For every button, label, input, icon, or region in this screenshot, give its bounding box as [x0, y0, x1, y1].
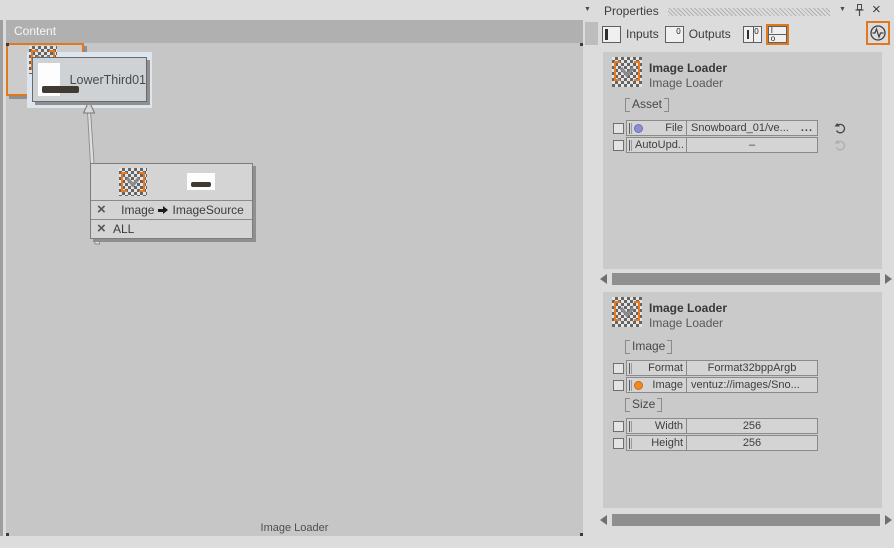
scroll-left-icon[interactable] — [600, 274, 607, 284]
outputs-icon: 0 — [665, 26, 684, 43]
close-icon[interactable]: × — [872, 3, 881, 17]
browse-button[interactable]: ... — [801, 122, 813, 134]
section-title: Image Loader — [649, 61, 727, 75]
property-label: Width — [655, 420, 683, 432]
property-row-autoupdate: AutoUpd... – — [613, 137, 847, 153]
node-lowerthird01[interactable]: LowerThird01 — [32, 57, 147, 102]
panel-menu-icon[interactable]: ▼ — [839, 6, 846, 13]
horizontal-scrollbar[interactable] — [600, 512, 892, 528]
row-grip[interactable] — [629, 421, 632, 432]
pin-icon[interactable] — [854, 3, 865, 17]
animation-channel-button[interactable] — [866, 21, 890, 45]
horizontal-scrollbar[interactable] — [600, 271, 892, 287]
property-label: File — [665, 122, 683, 134]
property-label: AutoUpd... — [635, 139, 683, 151]
lower-third-icon — [187, 173, 215, 190]
row-grip[interactable] — [629, 140, 632, 151]
properties-section-image: Image Loader Image Loader Image Format F… — [603, 292, 882, 508]
inputs-icon — [602, 26, 621, 43]
section-subtitle: Image Loader — [649, 316, 723, 330]
property-label: Height — [651, 437, 683, 449]
section-subtitle: Image Loader — [649, 76, 723, 90]
inputs-label: Inputs — [626, 27, 659, 41]
property-row-width: Width 256 — [613, 418, 818, 434]
binding-dot-icon[interactable] — [634, 381, 643, 390]
group-label-image: Image — [625, 340, 672, 354]
waveform-icon — [869, 24, 887, 42]
panel-drag-texture[interactable] — [668, 8, 830, 16]
remove-link-icon: × — [97, 222, 113, 236]
split-horizontal-icon[interactable]: Io — [768, 26, 787, 43]
properties-section-asset: Image Loader Image Loader Asset File Sno… — [603, 52, 882, 269]
properties-panel-title: Properties — [604, 4, 659, 18]
property-row-file: File Snowboard_01/ve... ... — [613, 120, 847, 136]
link-arrow-icon — [158, 206, 168, 214]
section-title: Image Loader — [649, 301, 727, 315]
lower-third-icon — [38, 63, 60, 96]
panel-collapse-icon[interactable]: ▼ — [584, 6, 591, 13]
scrollbar-thumb[interactable] — [612, 273, 880, 285]
property-row-height: Height 256 — [613, 435, 818, 451]
panel-left-border — [0, 20, 3, 536]
group-label-size: Size — [625, 398, 662, 412]
binding-dot-icon[interactable] — [634, 124, 643, 133]
property-checkbox[interactable] — [613, 363, 624, 374]
property-row-format: Format Format32bppArgb — [613, 360, 818, 376]
connection-edge — [6, 43, 583, 536]
row-grip[interactable] — [629, 438, 632, 449]
outputs-toggle-button[interactable]: 0 Outputs — [665, 26, 731, 43]
menu-item-all[interactable]: × ALL — [91, 219, 252, 238]
property-label: Image — [652, 379, 683, 391]
split-vertical-icon[interactable]: 0 — [743, 26, 762, 43]
reset-icon-disabled — [834, 139, 847, 152]
content-panel-title: Content — [14, 24, 56, 38]
scrollbar-thumb[interactable] — [612, 514, 880, 526]
property-value-field[interactable]: 256 — [687, 419, 817, 433]
property-row-image: Image ventuz://images/Sno... — [613, 377, 818, 393]
property-value-field[interactable]: – — [687, 138, 817, 152]
property-checkbox[interactable] — [613, 123, 624, 134]
content-panel-titlebar[interactable]: Content — [6, 20, 583, 43]
property-label: Format — [648, 362, 683, 374]
menu-item-image-to-imagesource[interactable]: × Image ImageSource — [91, 200, 252, 219]
property-checkbox[interactable] — [613, 438, 624, 449]
content-panel: Content LowerThird01 × Image — [6, 20, 583, 536]
image-loader-icon — [119, 168, 147, 196]
property-value-field[interactable]: ventuz://images/Sno... — [687, 378, 817, 392]
outputs-label: Outputs — [689, 27, 731, 41]
property-checkbox[interactable] — [613, 380, 624, 391]
properties-toolbar: Inputs 0 Outputs 0 Io — [602, 22, 787, 46]
row-grip[interactable] — [629, 363, 632, 374]
link-drop-menu-header — [91, 164, 252, 200]
remove-link-icon: × — [97, 203, 113, 217]
reset-icon[interactable] — [834, 122, 847, 135]
scroll-left-icon[interactable] — [600, 515, 607, 525]
node-graph-canvas[interactable]: LowerThird01 × Image ImageSource × — [6, 43, 583, 536]
scroll-right-icon[interactable] — [885, 515, 892, 525]
link-all-label: ALL — [113, 222, 134, 236]
row-grip[interactable] — [629, 123, 632, 134]
property-value-field[interactable]: 256 — [687, 436, 817, 450]
property-checkbox[interactable] — [613, 140, 624, 151]
link-source-label: Image — [121, 203, 154, 217]
link-target-label: ImageSource — [172, 203, 243, 217]
property-value-field[interactable]: Snowboard_01/ve... ... — [687, 121, 817, 135]
row-grip[interactable] — [629, 380, 632, 391]
link-drop-menu: × Image ImageSource × ALL — [90, 163, 253, 239]
scroll-right-icon[interactable] — [885, 274, 892, 284]
inputs-toggle-button[interactable]: Inputs — [602, 26, 659, 43]
dock-splitter[interactable] — [585, 22, 598, 45]
property-value-field[interactable]: Format32bppArgb — [687, 361, 817, 375]
property-checkbox[interactable] — [613, 421, 624, 432]
image-loader-icon — [612, 57, 642, 87]
group-label-asset: Asset — [625, 98, 669, 112]
node-label: LowerThird01 — [70, 73, 146, 87]
image-loader-icon — [612, 297, 642, 327]
